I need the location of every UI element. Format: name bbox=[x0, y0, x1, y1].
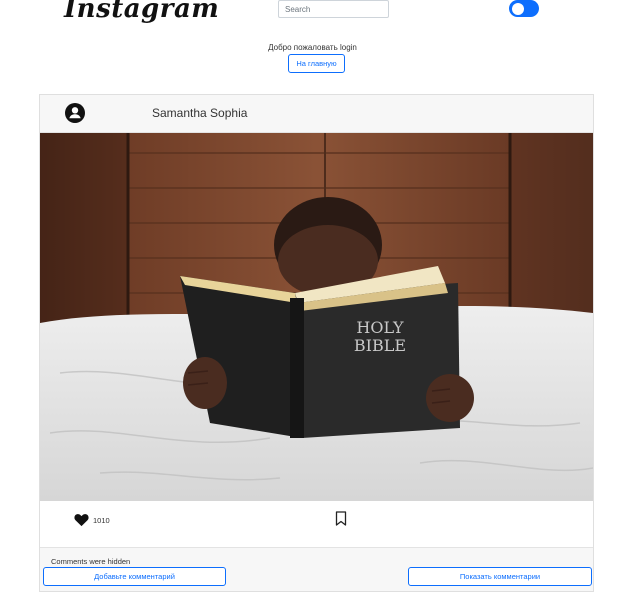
post-header: Samantha Sophia bbox=[40, 95, 593, 133]
book-cover-text: HOLY bbox=[356, 318, 404, 337]
post-username[interactable]: Samantha Sophia bbox=[152, 106, 247, 120]
post-image[interactable]: HOLY BIBLE bbox=[40, 133, 593, 501]
like-count: 1010 bbox=[93, 516, 110, 525]
theme-toggle[interactable] bbox=[509, 0, 539, 17]
toggle-knob bbox=[512, 2, 524, 15]
post-actions: 1010 bbox=[40, 501, 593, 547]
comments-status: Comments were hidden bbox=[51, 557, 131, 566]
show-comments-button[interactable]: Показать комментарии bbox=[408, 567, 592, 586]
welcome-text: Добро пожаловать login bbox=[268, 43, 357, 52]
instagram-logo[interactable]: Instagram bbox=[64, 0, 219, 24]
book-cover-text: BIBLE bbox=[354, 336, 406, 355]
search-input[interactable] bbox=[278, 0, 389, 18]
post-footer: Comments were hidden Добавьте комментари… bbox=[40, 547, 593, 591]
bookmark-icon[interactable] bbox=[335, 511, 347, 526]
heart-icon[interactable] bbox=[74, 513, 89, 527]
home-button[interactable]: На главную bbox=[288, 54, 345, 73]
post-card: Samantha Sophia HOLY BIBLE 1010 Comments… bbox=[39, 94, 594, 592]
user-circle-icon[interactable] bbox=[65, 103, 85, 123]
add-comment-button[interactable]: Добавьте комментарий bbox=[43, 567, 226, 586]
